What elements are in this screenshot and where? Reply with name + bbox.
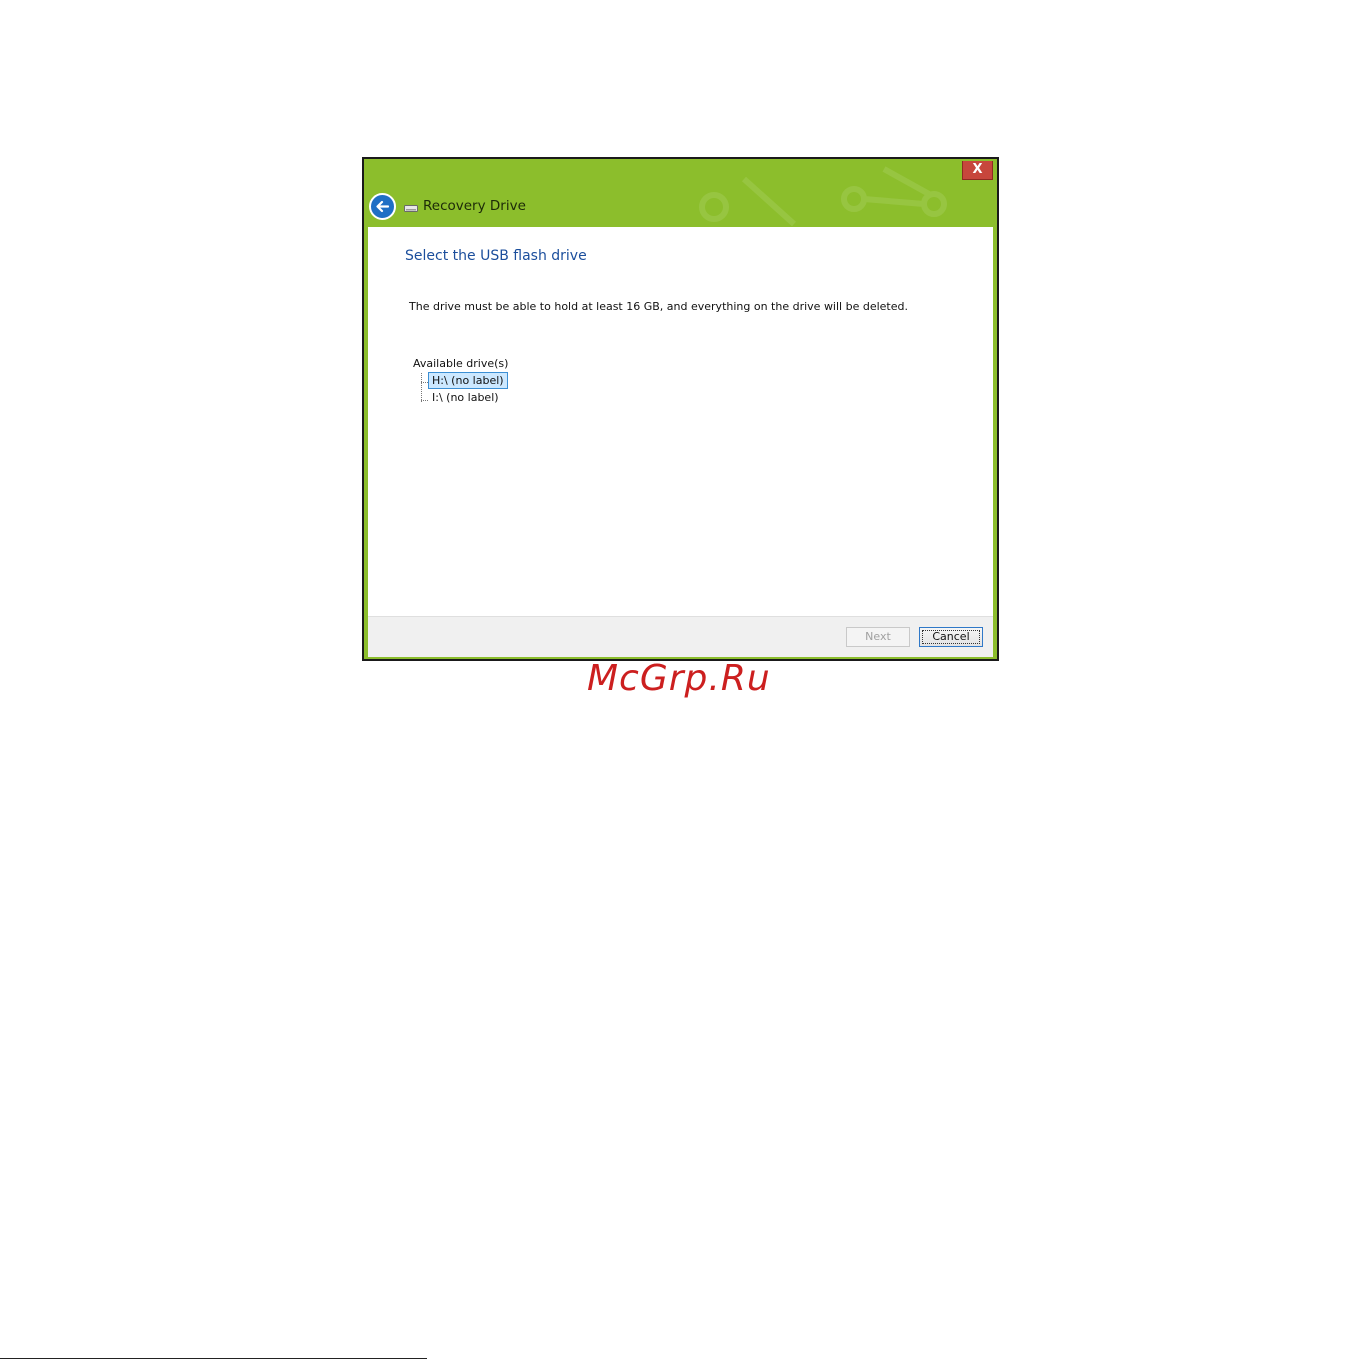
drive-item-i[interactable]: I:\ (no label) <box>429 390 502 405</box>
content-panel: Select the USB flash drive The drive mus… <box>368 227 993 616</box>
footer-bar: Next Cancel <box>368 616 993 657</box>
recovery-drive-window: X Recovery Drive Select the USB flash dr… <box>362 157 999 661</box>
close-button[interactable]: X <box>962 161 993 180</box>
window-title: Recovery Drive <box>423 198 526 214</box>
titlebar-decoration <box>699 166 947 227</box>
cancel-button[interactable]: Cancel <box>919 627 983 647</box>
drive-icon <box>404 205 418 212</box>
next-button[interactable]: Next <box>846 627 910 647</box>
page-heading: Select the USB flash drive <box>405 248 587 264</box>
tree-connector <box>421 400 428 401</box>
drives-tree-root: Available drive(s) <box>413 357 509 370</box>
drive-item-h[interactable]: H:\ (no label) <box>428 372 508 389</box>
divider <box>0 1358 427 1359</box>
page: X Recovery Drive Select the USB flash dr… <box>0 0 1361 1361</box>
watermark: McGrp.Ru <box>587 658 771 699</box>
back-button[interactable] <box>369 193 396 220</box>
tree-connector <box>421 373 422 402</box>
back-arrow-icon <box>376 200 390 213</box>
tree-connector <box>421 382 428 383</box>
description-text: The drive must be able to hold at least … <box>409 300 908 313</box>
